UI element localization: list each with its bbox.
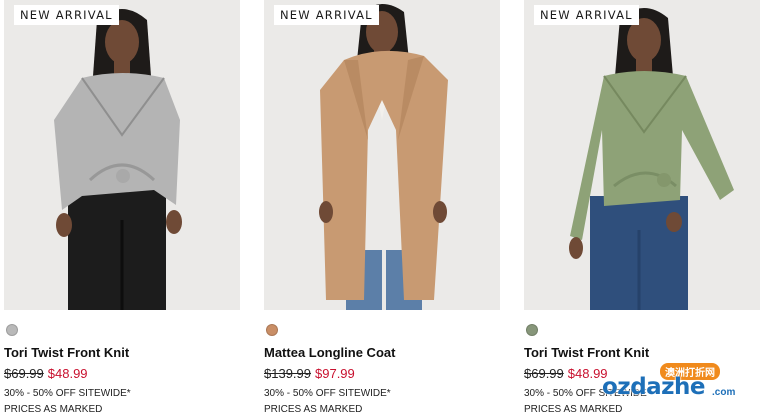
sale-price: $48.99 — [47, 366, 88, 381]
product-card[interactable]: NEW ARRIVAL Tori Twist Front Knit $69.99… — [524, 0, 760, 420]
price-row: $69.99 $48.99 — [4, 366, 88, 381]
color-swatch[interactable] — [266, 324, 278, 336]
model-photo — [4, 0, 240, 310]
price-note: PRICES AS MARKED — [4, 404, 103, 415]
product-name[interactable]: Tori Twist Front Knit — [4, 345, 129, 360]
new-arrival-badge: NEW ARRIVAL — [274, 5, 379, 25]
price-row: $69.99 $48.99 — [524, 366, 608, 381]
site-watermark: 澳洲打折网 ozdazhe .com — [602, 360, 752, 410]
color-swatch[interactable] — [526, 324, 538, 336]
top-garment — [54, 73, 180, 210]
color-swatch[interactable] — [6, 324, 18, 336]
watermark-suffix: .com — [712, 387, 736, 398]
product-name[interactable]: Mattea Longline Coat — [264, 345, 395, 360]
promo-text: 30% - 50% OFF SITEWIDE* — [4, 388, 131, 399]
product-name[interactable]: Tori Twist Front Knit — [524, 345, 649, 360]
product-image[interactable]: NEW ARRIVAL — [524, 0, 760, 310]
price-note: PRICES AS MARKED — [264, 404, 363, 415]
sale-price: $97.99 — [315, 366, 355, 381]
model-photo — [264, 0, 500, 310]
model-photo — [524, 0, 760, 310]
product-card[interactable]: NEW ARRIVAL Tori Twist Front Knit $69.99… — [4, 0, 240, 420]
bottom-garment — [68, 190, 166, 310]
product-grid: NEW ARRIVAL Tori Twist Front Knit $69.99… — [0, 0, 763, 420]
watermark-logo-text: ozdazhe — [602, 374, 706, 400]
product-image[interactable]: NEW ARRIVAL — [4, 0, 240, 310]
new-arrival-badge: NEW ARRIVAL — [534, 5, 639, 25]
price-row: $139.99 $97.99 — [264, 366, 355, 381]
original-price: $69.99 — [524, 366, 564, 381]
product-card[interactable]: NEW ARRIVAL Mattea Longline Coat $139.99… — [264, 0, 500, 420]
product-image[interactable]: NEW ARRIVAL — [264, 0, 500, 310]
new-arrival-badge: NEW ARRIVAL — [14, 5, 119, 25]
promo-text: 30% - 50% OFF SITEWIDE* — [264, 388, 391, 399]
original-price: $139.99 — [264, 366, 311, 381]
original-price: $69.99 — [4, 366, 44, 381]
